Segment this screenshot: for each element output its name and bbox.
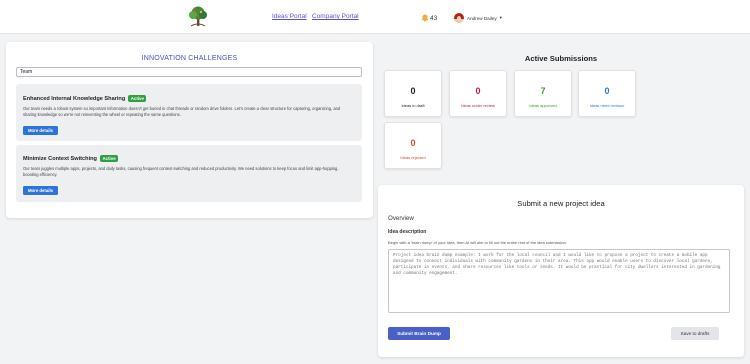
chevron-down-icon: ▾ xyxy=(499,15,502,20)
notifications[interactable]: 43 xyxy=(421,14,437,22)
stat-label: Ideas in draft xyxy=(401,103,425,108)
challenge-title-text: Enhanced Internal Knowledge Sharing xyxy=(23,95,126,102)
save-to-drafts-button[interactable]: Save to drafts xyxy=(671,327,719,340)
stat-card-under-review[interactable]: 0 Ideas under review xyxy=(449,70,507,117)
stat-label: Ideas rejected xyxy=(400,155,426,160)
challenge-card: Enhanced Internal Knowledge Sharing Acti… xyxy=(16,84,362,141)
bell-icon xyxy=(421,14,429,22)
stat-label: Ideas under review xyxy=(461,103,495,108)
nav-ideas-portal[interactable]: Ideas Portal xyxy=(272,13,307,20)
stat-card-approved[interactable]: 7 Ideas approved xyxy=(514,70,572,117)
challenge-description: Our team juggles multiple apps, projects… xyxy=(23,166,339,178)
idea-description-textarea[interactable] xyxy=(388,249,730,313)
overview-heading: Overview xyxy=(388,215,414,222)
submit-brain-dump-button[interactable]: Submit Brain Dump xyxy=(388,327,450,340)
more-details-button[interactable]: More details xyxy=(23,126,58,135)
submit-idea-panel: Submit a new project idea Overview Idea … xyxy=(378,185,744,357)
notification-count: 43 xyxy=(430,14,438,22)
challenges-title: INNOVATION CHALLENGES xyxy=(141,55,238,62)
active-submissions-title: Active Submissions xyxy=(524,54,598,63)
challenge-title: Enhanced Internal Knowledge Sharing Acti… xyxy=(23,95,147,102)
challenges-panel: INNOVATION CHALLENGES Enhanced Internal … xyxy=(6,42,373,218)
challenge-title: Minimize Context Switching Active xyxy=(23,155,119,162)
stat-card-rejected[interactable]: 0 Ideas rejected xyxy=(384,122,442,169)
more-details-button[interactable]: More details xyxy=(23,186,58,195)
stat-card-draft[interactable]: 0 Ideas in draft xyxy=(384,70,442,117)
stat-label: Ideas need revision xyxy=(589,103,625,108)
challenge-search-input[interactable] xyxy=(16,67,362,77)
stat-value: 0 xyxy=(410,138,416,148)
idea-description-help: Begin with a 'brain dump' of your idea, … xyxy=(388,240,566,245)
stat-value: 7 xyxy=(540,86,546,96)
challenge-card: Minimize Context Switching Active Our te… xyxy=(16,145,362,202)
nav-company-portal[interactable]: Company Portal xyxy=(312,13,359,20)
stat-label: Ideas approved xyxy=(529,103,557,108)
stat-value: 0 xyxy=(475,86,481,96)
challenge-description: Our team needs a robust system so import… xyxy=(23,106,341,118)
status-badge: Active xyxy=(128,95,147,102)
challenge-title-text: Minimize Context Switching xyxy=(23,155,97,162)
status-badge: Active xyxy=(99,155,119,162)
stat-card-need-revision[interactable]: 0 Ideas need revision xyxy=(578,70,636,117)
idea-description-label: Idea description xyxy=(388,229,427,235)
user-name: Andrew Dailey xyxy=(467,15,497,21)
avatar xyxy=(454,13,464,23)
stat-value: 0 xyxy=(410,86,416,96)
submit-idea-title: Submit a new project idea xyxy=(517,199,605,208)
top-header: Ideas Portal Company Portal 43 Andrew Da… xyxy=(0,0,750,34)
tree-logo-icon[interactable] xyxy=(186,4,210,28)
stat-value: 0 xyxy=(604,86,610,96)
user-menu[interactable]: Andrew Dailey ▾ xyxy=(454,13,502,23)
